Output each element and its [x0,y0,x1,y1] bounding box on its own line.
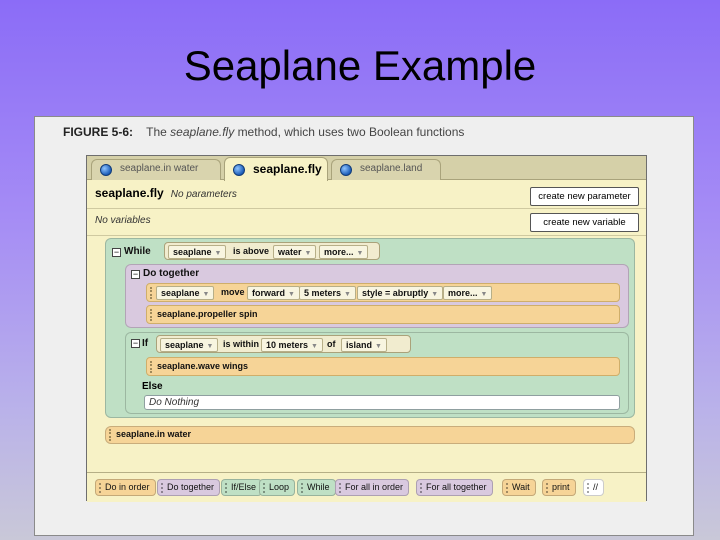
while-condition[interactable]: seaplane ▼ is above water ▼ more... ▼ [164,242,380,260]
condition-object[interactable]: seaplane ▼ [160,338,219,352]
condition-target[interactable]: island ▼ [341,338,387,352]
editor-tabs: seaplane.in water seaplane.fly seaplane.… [87,156,646,181]
collapse-icon[interactable]: − [112,248,121,257]
dropdown-arrow-icon: ▼ [214,250,222,257]
else-keyword: Else [142,381,163,392]
palette-for-all-in-order[interactable]: For all in order [335,479,410,496]
statement-direction[interactable]: forward ▼ [247,286,300,300]
palette-for-all-together[interactable]: For all together [416,479,493,496]
dropdown-arrow-icon: ▼ [344,291,351,298]
dropdown-arrow-icon: ▼ [311,343,318,350]
globe-icon [340,164,352,176]
if-keyword: If [142,338,149,349]
figure-panel: FIGURE 5-6: The seaplane.fly method, whi… [34,116,694,536]
method-editor: seaplane.in water seaplane.fly seaplane.… [86,155,647,502]
dropdown-arrow-icon: ▼ [375,343,382,350]
tab-label: seaplane.land [360,163,423,174]
dropdown-arrow-icon: ▼ [480,291,488,298]
create-new-parameter-button[interactable]: create new parameter [530,187,639,206]
palette-print[interactable]: print [542,479,576,496]
statement-object[interactable]: seaplane ▼ [156,286,215,300]
globe-icon [100,164,112,176]
dropdown-arrow-icon: ▼ [206,343,214,350]
condition-more[interactable]: more... ▼ [319,245,369,259]
figure-number: FIGURE 5-6: [63,125,134,139]
palette-loop[interactable]: Loop [259,479,296,496]
variables-label: No variables [95,215,151,226]
tab-label: seaplane.in water [120,163,199,174]
wave-wings-statement[interactable]: seaplane.wave wings [146,357,620,376]
collapse-icon[interactable]: − [131,339,140,348]
dropdown-arrow-icon: ▼ [431,291,439,298]
control-palette: Do in order Do together If/Else Loop Whi… [87,472,646,502]
collapse-icon[interactable]: − [131,270,140,279]
tab-seaplane-in-water[interactable]: seaplane.in water [91,159,221,180]
condition-distance[interactable]: 10 meters ▼ [261,338,323,352]
condition-object[interactable]: seaplane ▼ [168,245,227,259]
move-statement[interactable]: seaplane ▼ move forward ▼ 5 meters ▼ style … [146,283,620,302]
palette-do-together[interactable]: Do together [157,479,221,496]
palette-wait[interactable]: Wait [502,479,536,496]
do-together-block[interactable]: − Do together seaplane ▼ move forward ▼ 5 … [125,264,629,328]
dropdown-arrow-icon: ▼ [288,291,295,298]
if-condition[interactable]: seaplane ▼ is within 10 meters ▼ of island… [156,335,411,353]
statement-style[interactable]: style = abruptly ▼ [357,286,444,300]
method-params: No parameters [170,189,237,200]
statement-text: seaplane.in water [116,429,192,439]
condition-target[interactable]: water ▼ [273,245,317,259]
dropdown-arrow-icon: ▼ [356,250,364,257]
dropdown-arrow-icon: ▼ [304,250,312,257]
propeller-spin-statement[interactable]: seaplane.propeller spin [146,305,620,324]
method-name: seaplane.fly [95,186,164,200]
globe-icon [233,164,245,176]
do-nothing-placeholder[interactable]: Do Nothing [144,395,620,410]
palette-if-else[interactable]: If/Else [221,479,263,496]
palette-do-in-order[interactable]: Do in order [95,479,156,496]
caption-method: seaplane.fly [170,125,235,139]
while-keyword: While [124,246,151,257]
divider [87,208,646,209]
figure-caption: FIGURE 5-6: The seaplane.fly method, whi… [63,125,464,139]
statement-text: seaplane.wave wings [157,361,249,371]
divider [87,235,646,236]
condition-function: is above [233,246,270,256]
statement-more[interactable]: more... ▼ [443,286,493,300]
in-water-statement[interactable]: seaplane.in water [105,426,635,444]
method-header: seaplane.fly No parameters [95,186,237,200]
do-together-keyword: Do together [143,268,200,279]
condition-of: of [327,339,336,349]
create-new-variable-button[interactable]: create new variable [530,213,639,232]
if-else-block[interactable]: − If seaplane ▼ is within 10 meters ▼ of i… [125,332,629,414]
tab-seaplane-land[interactable]: seaplane.land [331,159,441,180]
tab-label: seaplane.fly [253,162,322,176]
palette-while[interactable]: While [297,479,336,496]
statement-amount[interactable]: 5 meters ▼ [299,286,356,300]
caption-pre: The [146,125,167,139]
palette-comment[interactable]: // [583,479,605,496]
condition-function: is within [223,339,259,349]
tab-seaplane-fly[interactable]: seaplane.fly [224,157,328,181]
statement-verb: move [221,287,245,297]
slide-title: Seaplane Example [183,42,537,89]
drag-handle[interactable] [150,287,153,299]
statement-text: seaplane.propeller spin [157,309,258,319]
dropdown-arrow-icon: ▼ [202,291,210,298]
caption-post: method, which uses two Boolean functions [237,125,465,139]
